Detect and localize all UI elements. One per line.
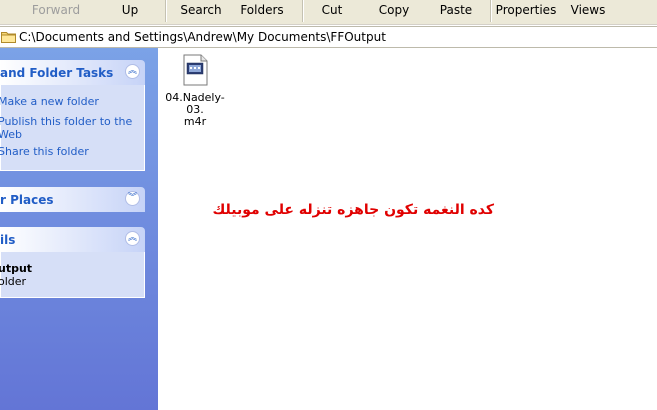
- copy-button[interactable]: Copy: [378, 0, 410, 24]
- make-new-folder-link[interactable]: Make a new folder: [0, 95, 99, 108]
- file-name-line1: 04.Nadely-03.: [165, 91, 225, 116]
- toolbar-separator: [165, 0, 166, 22]
- details-name: utput: [0, 262, 33, 275]
- views-button[interactable]: Views: [571, 0, 606, 24]
- search-button[interactable]: Search: [180, 0, 222, 24]
- forward-button[interactable]: Forward: [32, 0, 80, 24]
- properties-button[interactable]: Properties: [496, 0, 557, 24]
- file-name: 04.Nadely-03. m4r: [159, 92, 231, 128]
- publish-folder-link-line2[interactable]: Web: [0, 128, 22, 141]
- folder-icon: [1, 32, 16, 43]
- paste-button[interactable]: Paste: [439, 0, 473, 24]
- address-bar[interactable]: C:\Documents and Settings\Andrew\My Docu…: [0, 26, 657, 48]
- media-file-icon: [183, 54, 208, 86]
- toolbar: Forward Up Search Folders Cut Copy Paste…: [0, 0, 657, 25]
- toolbar-separator: [490, 0, 491, 22]
- other-places-header[interactable]: r Places ︾: [0, 187, 145, 212]
- expand-chevron-icon[interactable]: ︾: [125, 191, 140, 206]
- details-title: ils: [0, 233, 16, 247]
- annotation-text: كده النغمه تكون جاهزه تنزله على موبيلك: [212, 202, 494, 218]
- file-name-line2: m4r: [183, 115, 207, 128]
- file-list-area[interactable]: 04.Nadely-03. m4r كده النغمه تكون جاهزه …: [158, 48, 657, 410]
- task-pane: and Folder Tasks ︽ Make a new folder Pub…: [0, 48, 158, 410]
- other-places-title: r Places: [0, 193, 54, 207]
- collapse-chevron-icon[interactable]: ︽: [125, 231, 140, 246]
- file-folder-tasks-title: and Folder Tasks: [0, 66, 114, 80]
- publish-folder-link-line1[interactable]: Publish this folder to the: [0, 115, 132, 128]
- details-header[interactable]: ils ︽: [0, 227, 145, 252]
- share-folder-link[interactable]: Share this folder: [0, 145, 89, 158]
- file-item[interactable]: 04.Nadely-03. m4r: [159, 54, 231, 128]
- cut-button[interactable]: Cut: [320, 0, 344, 24]
- toolbar-separator: [302, 0, 303, 22]
- up-button[interactable]: Up: [116, 0, 144, 24]
- folders-button[interactable]: Folders: [240, 0, 284, 24]
- address-path[interactable]: C:\Documents and Settings\Andrew\My Docu…: [19, 31, 386, 43]
- file-folder-tasks-body: Make a new folder Publish this folder to…: [0, 85, 145, 171]
- file-folder-tasks-header[interactable]: and Folder Tasks ︽: [0, 60, 145, 85]
- details-body: utput older: [0, 252, 145, 298]
- collapse-chevron-icon[interactable]: ︽: [125, 64, 140, 79]
- details-type: older: [0, 275, 27, 288]
